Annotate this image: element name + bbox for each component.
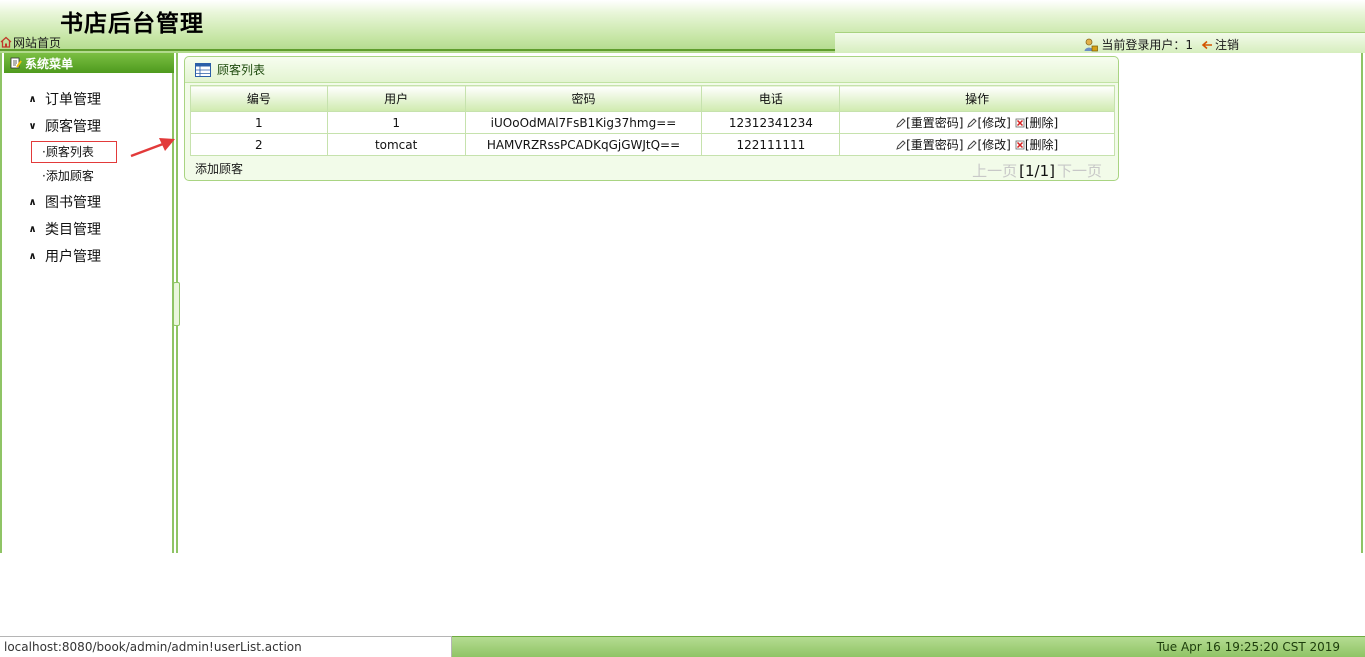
delete-label: [删除] — [1024, 138, 1059, 152]
sidebar-subitem-customer-list[interactable]: ·顾客列表 — [31, 141, 117, 163]
cell-id: 1 — [190, 111, 328, 134]
edit-link[interactable]: [修改] — [967, 136, 1011, 153]
column-header-phone: 电话 — [701, 85, 841, 112]
sidebar-item-label: 顾客管理 — [45, 119, 101, 135]
header-bar: 书店后台管理 网站首页 当前登录用户： 1 注销 — [0, 0, 1365, 53]
sidebar-item-label: 类目管理 — [45, 222, 101, 238]
prev-page-button[interactable]: 上一页 — [972, 160, 1017, 181]
next-page-button[interactable]: 下一页 — [1057, 160, 1102, 181]
cell-actions: [重置密码] [修改] [删除] — [839, 111, 1115, 134]
cell-password: HAMVRZRssPCADKqGjGWJtQ== — [464, 133, 703, 156]
chevron-up-icon: ∧ — [28, 196, 37, 208]
sidebar-subitem-add-customer[interactable]: ·添加顾客 — [42, 167, 94, 184]
logout-label: 注销 — [1214, 38, 1239, 52]
user-info: 当前登录用户： 1 注销 — [1084, 36, 1239, 53]
sidebar-item-orders[interactable]: ∧ 订单管理 — [28, 89, 101, 109]
pager: 上一页 [1/1] 下一页 — [972, 160, 1102, 181]
user-bar: 当前登录用户： 1 注销 — [835, 32, 1365, 53]
sidebar-item-label: 图书管理 — [45, 195, 101, 211]
edit-label: [修改] — [977, 138, 1011, 152]
cell-user: tomcat — [326, 133, 466, 156]
main-right-border — [1361, 53, 1363, 553]
footer-bar: Tue Apr 16 19:25:20 CST 2019 — [452, 636, 1365, 657]
cell-phone: 12312341234 — [701, 111, 841, 134]
sidebar-item-customers[interactable]: ∨ 顾客管理 — [28, 116, 101, 136]
sidebar-title-label: 系统菜单 — [25, 56, 74, 71]
pencil-icon — [967, 139, 978, 150]
delete-link[interactable]: [删除] — [1015, 114, 1058, 131]
page-indicator: [1/1] — [1019, 161, 1055, 180]
column-header-id: 编号 — [190, 85, 328, 112]
reset-password-link[interactable]: [重置密码] — [896, 136, 963, 153]
site-title: 书店后台管理 — [60, 11, 204, 37]
sidebar-splitter-handle[interactable] — [173, 282, 180, 326]
sidebar-item-label: 用户管理 — [45, 249, 101, 265]
home-icon — [0, 36, 12, 48]
delete-icon — [1015, 140, 1025, 149]
table-row: 1 1 iUOoOdMAl7FsB1Kig37hmg== 12312341234… — [190, 111, 1115, 134]
sidebar-item-books[interactable]: ∧ 图书管理 — [28, 192, 101, 212]
annotation-arrow-icon — [130, 138, 175, 158]
chevron-up-icon: ∧ — [28, 223, 37, 235]
clock: Tue Apr 16 19:25:20 CST 2019 — [1156, 640, 1340, 654]
table-row: 2 tomcat HAMVRZRssPCADKqGjGWJtQ== 122111… — [190, 133, 1115, 156]
delete-icon — [1015, 118, 1025, 127]
user-lock-icon — [1084, 38, 1099, 51]
logout-icon — [1201, 40, 1212, 49]
logout-link[interactable]: 注销 — [1201, 36, 1239, 53]
chevron-up-icon: ∧ — [28, 250, 37, 262]
column-header-password: 密码 — [464, 85, 703, 112]
header-divider — [0, 49, 835, 51]
chevron-down-icon: ∨ — [28, 120, 37, 132]
column-header-user: 用户 — [326, 85, 466, 112]
table-icon — [195, 62, 211, 77]
browser-status-url: localhost:8080/book/admin/admin!userList… — [0, 636, 452, 657]
panel-title: 顾客列表 — [217, 63, 266, 77]
column-header-actions: 操作 — [839, 85, 1115, 112]
current-user-value: 1 — [1185, 37, 1193, 52]
app-root: 书店后台管理 网站首页 当前登录用户： 1 注销 系统菜单 ∧ 订单管理 ∨ 顾… — [0, 0, 1365, 657]
cell-phone: 122111111 — [701, 133, 841, 156]
add-customer-link[interactable]: 添加顾客 — [195, 160, 243, 177]
sidebar-item-categories[interactable]: ∧ 类目管理 — [28, 219, 101, 239]
pencil-icon — [896, 139, 906, 150]
panel-header: 顾客列表 — [185, 57, 1118, 83]
customer-list-panel: 顾客列表 编号 用户 密码 电话 操作 1 1 iUOoOdMAl7FsB1Ki… — [184, 56, 1119, 181]
sidebar-item-users[interactable]: ∧ 用户管理 — [28, 246, 101, 266]
reset-password-link[interactable]: [重置密码] — [896, 114, 963, 131]
chevron-up-icon: ∧ — [28, 93, 37, 105]
sidebar: 系统菜单 ∧ 订单管理 ∨ 顾客管理 ·顾客列表 ·添加顾客 ∧ 图书管理 ∧ … — [0, 53, 175, 553]
cell-user: 1 — [326, 111, 466, 134]
sidebar-title: 系统菜单 — [4, 53, 174, 73]
pencil-icon — [967, 117, 978, 128]
cell-password: iUOoOdMAl7FsB1Kig37hmg== — [464, 111, 703, 134]
cell-id: 2 — [190, 133, 328, 156]
delete-link[interactable]: [删除] — [1015, 136, 1058, 153]
delete-label: [删除] — [1024, 116, 1059, 130]
edit-label: [修改] — [977, 116, 1011, 130]
home-link-label: 网站首页 — [13, 35, 62, 50]
reset-password-label: [重置密码] — [906, 116, 964, 130]
current-user-label: 当前登录用户： — [1101, 38, 1186, 52]
customer-table: 编号 用户 密码 电话 操作 1 1 iUOoOdMAl7FsB1Kig37hm… — [190, 85, 1115, 156]
pencil-icon — [896, 117, 906, 128]
reset-password-label: [重置密码] — [906, 138, 964, 152]
edit-link[interactable]: [修改] — [967, 114, 1011, 131]
menu-edit-icon — [10, 57, 22, 69]
table-header-row: 编号 用户 密码 电话 操作 — [190, 85, 1115, 112]
cell-actions: [重置密码] [修改] [删除] — [839, 133, 1115, 156]
home-link[interactable]: 网站首页 — [0, 34, 61, 50]
sidebar-item-label: 订单管理 — [45, 92, 101, 108]
